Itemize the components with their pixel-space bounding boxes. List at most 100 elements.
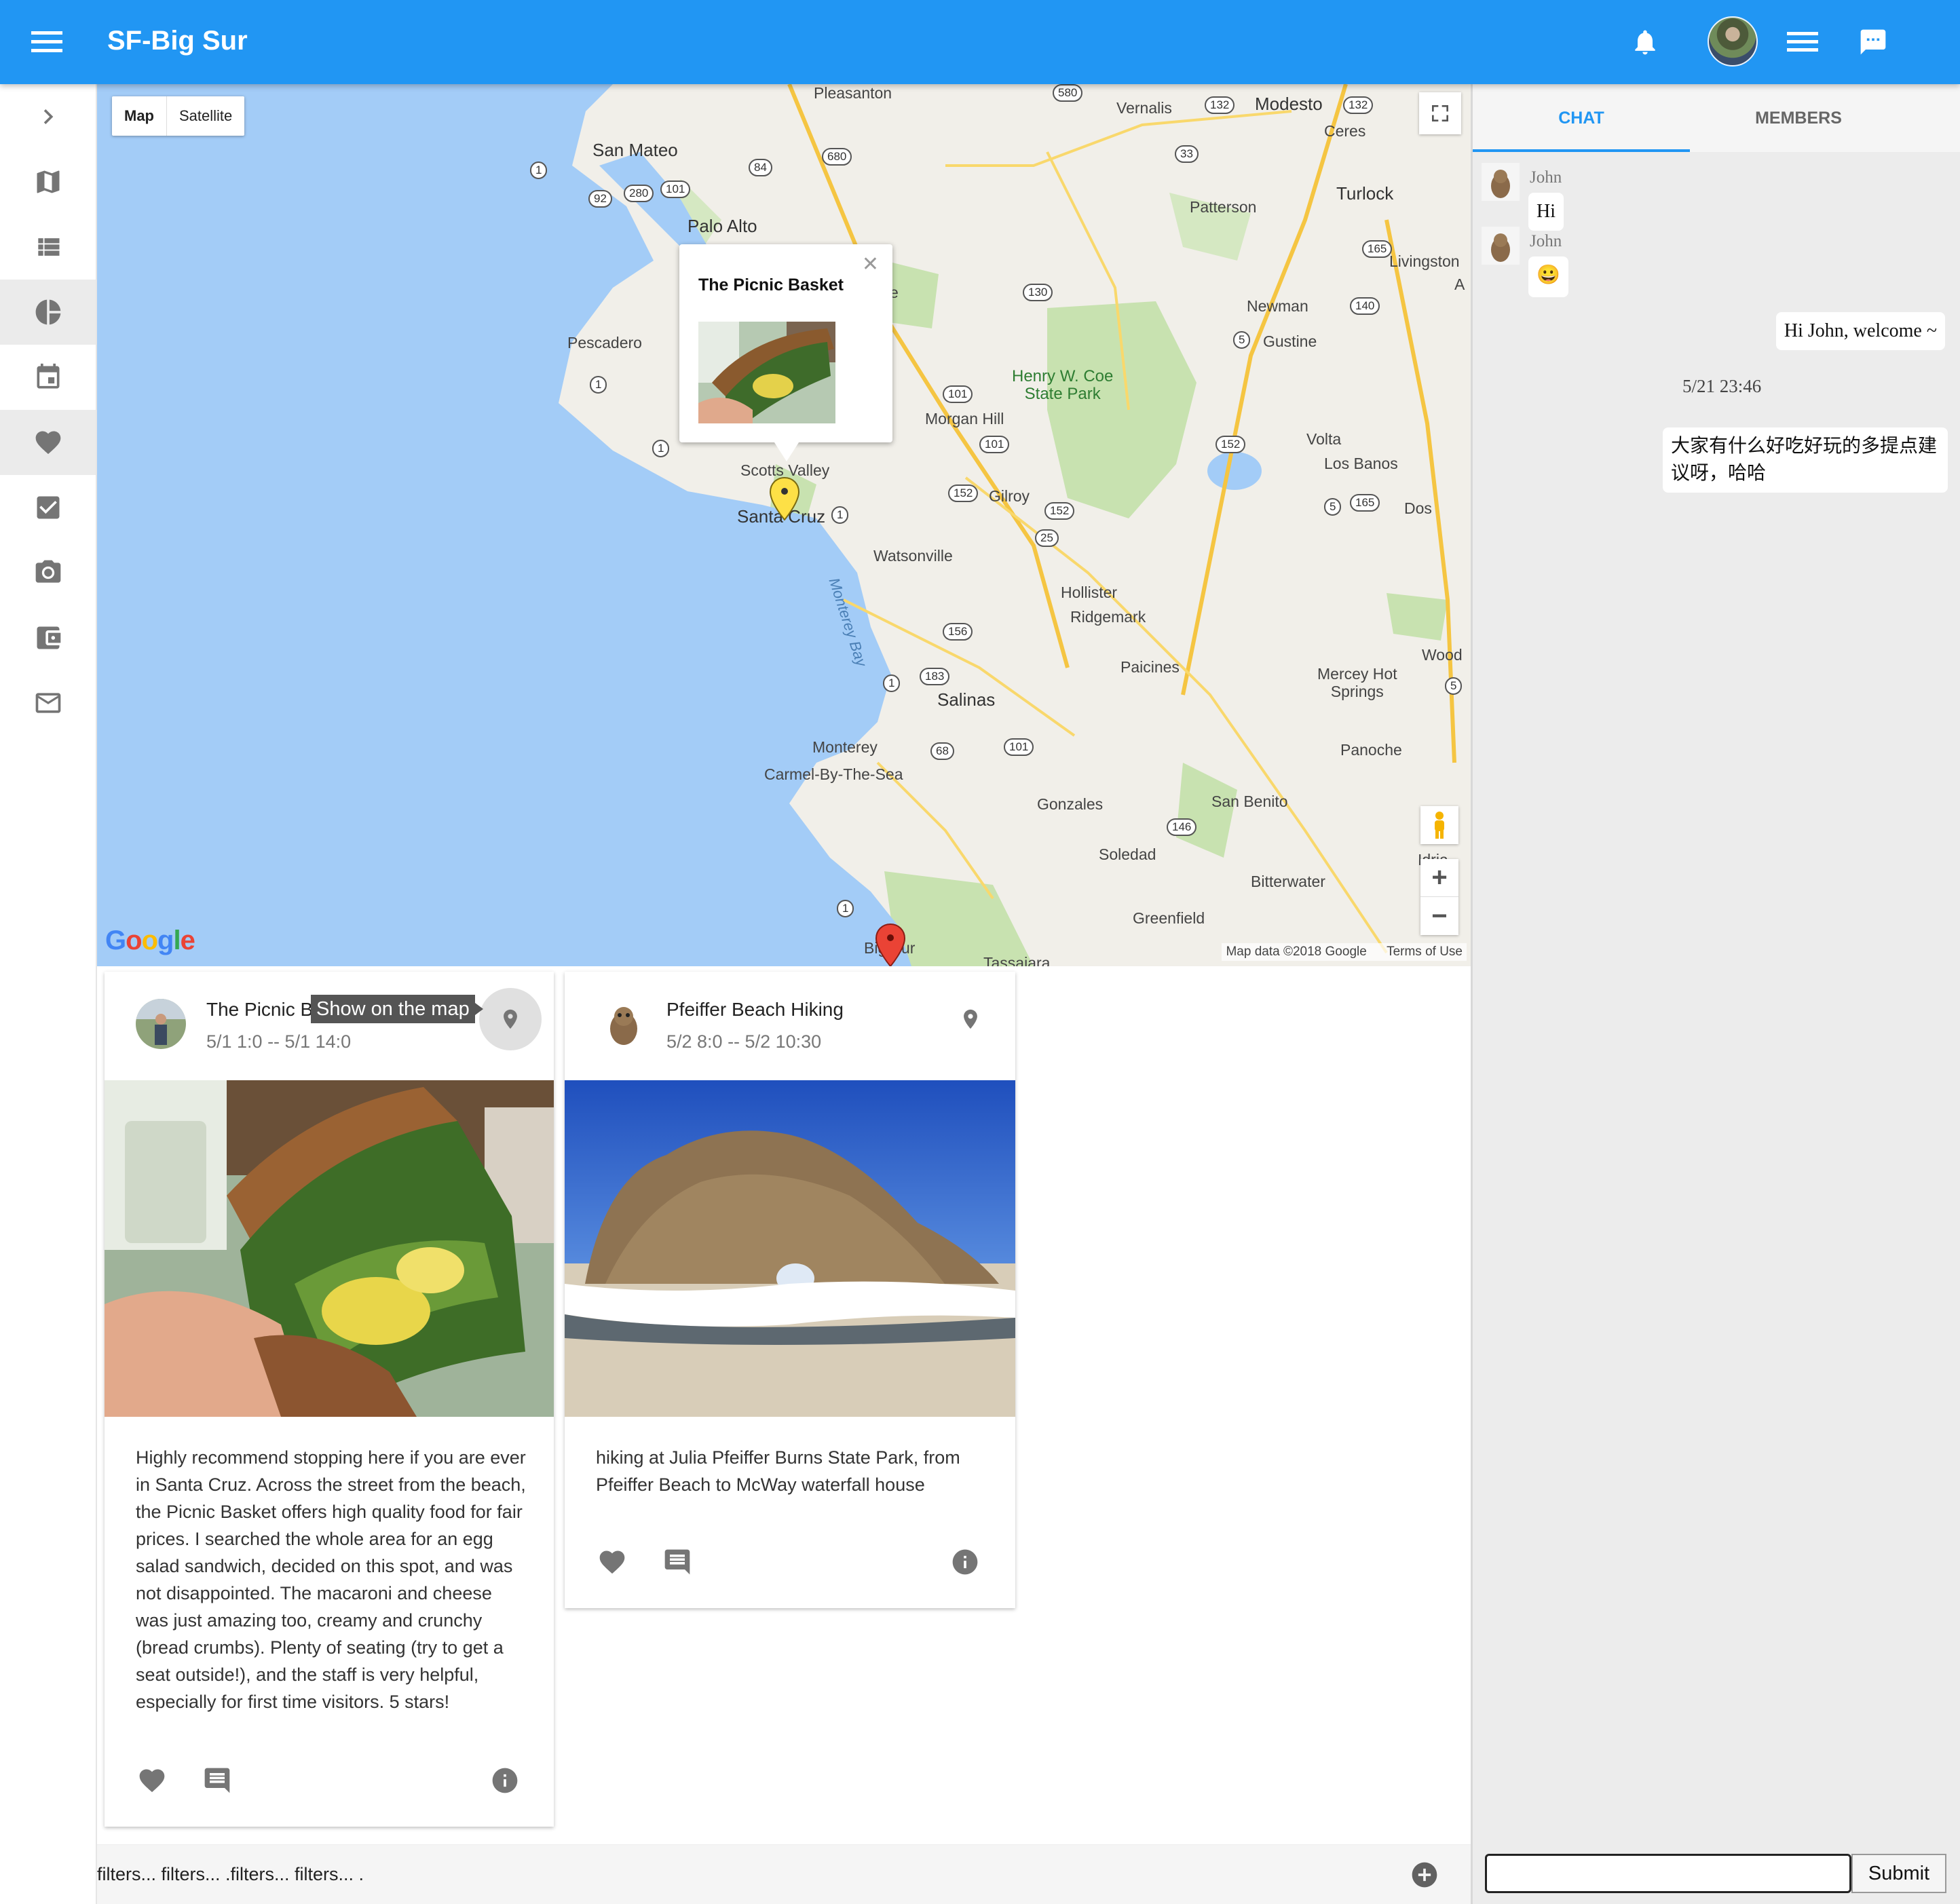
route-shield: 132 [1205, 96, 1235, 114]
comment-icon [204, 1768, 230, 1793]
route-shield: 146 [1167, 818, 1197, 836]
route-shield: 140 [1350, 297, 1380, 315]
close-icon[interactable]: ✕ [862, 252, 879, 276]
map-label: San Mateo [592, 140, 678, 160]
route-shield: 101 [660, 180, 691, 198]
fullscreen-button[interactable] [1419, 92, 1461, 134]
comment-button[interactable] [661, 1546, 694, 1578]
zoom-out-button[interactable]: − [1420, 897, 1458, 935]
fullscreen-icon [1432, 105, 1448, 121]
map-label: Bitterwater [1251, 873, 1325, 890]
map-label: Patterson [1190, 198, 1257, 216]
info-window-title: The Picnic Basket [698, 275, 844, 294]
message-sender: John [1530, 168, 1562, 187]
map-label: Panoche [1340, 741, 1402, 759]
bell-icon[interactable] [1623, 20, 1667, 64]
map-label: Dos [1404, 499, 1432, 517]
submit-button[interactable]: Submit [1851, 1854, 1946, 1893]
map-label: Hollister [1061, 584, 1118, 601]
message-sender: John [1530, 232, 1562, 250]
route-shield: 156 [943, 623, 973, 641]
filters-text[interactable]: filters... filters... .filters... filter… [97, 1864, 364, 1885]
route-shield: 84 [749, 159, 772, 176]
route-shield: 130 [1023, 284, 1053, 301]
avatar [1482, 163, 1520, 201]
heart-icon [139, 1769, 165, 1793]
map-marker-red[interactable] [875, 923, 906, 966]
camera-icon [35, 560, 60, 583]
map-label: Modesto [1255, 94, 1323, 114]
route-shield: 33 [1175, 145, 1199, 163]
google-logo: Google [105, 926, 195, 955]
info-button[interactable] [949, 1546, 981, 1578]
heart-icon [599, 1550, 625, 1574]
avatar [1482, 227, 1520, 265]
nav-item-list[interactable] [0, 214, 96, 280]
message-line: 议呀，哈哈 [1671, 463, 1767, 484]
map-data-credit: Map data ©2018 Google [1226, 945, 1367, 959]
message-line: 大家有什么好吃好玩的多提点建 [1671, 436, 1938, 457]
map[interactable]: Map Satellite Pleasanton Vernalis Modest… [97, 84, 1471, 966]
map-label: Wood [1422, 646, 1463, 664]
card-photo [105, 1080, 554, 1417]
nav-item-favorites[interactable] [0, 410, 96, 475]
map-label: Tassajara [983, 954, 1051, 966]
location-pin-icon [504, 1009, 517, 1029]
card-time: 5/1 1:0 -- 5/1 14:0 [206, 1031, 352, 1052]
info-window-photo [698, 322, 835, 423]
map-label: Ridgemark [1070, 608, 1146, 626]
user-avatar[interactable] [1708, 16, 1758, 66]
comment-icon [664, 1549, 690, 1575]
map-label: Salinas [937, 689, 996, 710]
menu-icon[interactable] [30, 27, 64, 57]
nav-item-wallet[interactable] [0, 605, 96, 670]
nav-item-tasks[interactable] [0, 475, 96, 540]
chevron-right-icon [43, 109, 53, 124]
favorite-button[interactable] [596, 1546, 628, 1578]
map-label: Henry W. Coe State Park [1012, 367, 1114, 403]
nav-item-photos[interactable] [0, 540, 96, 605]
expand-nav-button[interactable] [0, 84, 96, 149]
favorite-button[interactable] [136, 1764, 168, 1797]
map-type-satellite-button[interactable]: Satellite [167, 96, 244, 136]
street-view-pegman[interactable] [1420, 806, 1458, 844]
route-shield: 101 [979, 436, 1010, 453]
route-shield: 68 [930, 742, 954, 760]
map-type-map-button[interactable]: Map [112, 96, 167, 136]
route-shield: 25 [1035, 529, 1059, 547]
chat-icon[interactable] [1851, 20, 1895, 64]
map-label: San Benito [1211, 793, 1288, 810]
comment-button[interactable] [201, 1764, 233, 1797]
map-label: Gustine [1263, 332, 1317, 350]
route-shield: 152 [948, 484, 979, 502]
nav-item-stats[interactable] [0, 280, 96, 345]
card-time: 5/2 8:0 -- 5/2 10:30 [666, 1031, 822, 1052]
add-filter-button[interactable] [1410, 1860, 1439, 1890]
map-label: Carmel-By-The-Sea [764, 765, 903, 783]
list-menu-icon[interactable] [1781, 20, 1824, 64]
route-shield: 165 [1350, 494, 1380, 512]
map-label: Pescadero [567, 334, 642, 351]
map-info-window: The Picnic Basket ✕ [679, 244, 892, 461]
show-on-map-button[interactable] [479, 988, 542, 1050]
tab-chat[interactable]: CHAT [1473, 84, 1690, 152]
info-button[interactable] [489, 1764, 521, 1797]
chat-input[interactable] [1485, 1854, 1851, 1893]
nav-item-map[interactable] [0, 149, 96, 214]
chat-tabs: CHAT MEMBERS [1473, 84, 1960, 152]
zoom-in-button[interactable]: + [1420, 859, 1458, 897]
terms-of-use-link[interactable]: Terms of Use [1387, 945, 1463, 959]
nav-item-calendar[interactable] [0, 345, 96, 410]
show-on-map-button[interactable] [939, 988, 1002, 1050]
map-marker-yellow[interactable] [769, 476, 800, 521]
tab-members[interactable]: MEMBERS [1690, 84, 1907, 152]
map-label: A [1454, 275, 1465, 293]
card-title: The Picnic B [206, 999, 314, 1020]
message-timestamp: 5/21 23:46 [1682, 376, 1762, 396]
pegman-icon [1435, 812, 1444, 839]
zoom-control: + − [1420, 859, 1458, 935]
nav-item-mail[interactable] [0, 670, 96, 736]
list-icon [37, 238, 59, 256]
message-bubble: Hi [1528, 193, 1564, 231]
map-label: Gilroy [989, 487, 1030, 505]
